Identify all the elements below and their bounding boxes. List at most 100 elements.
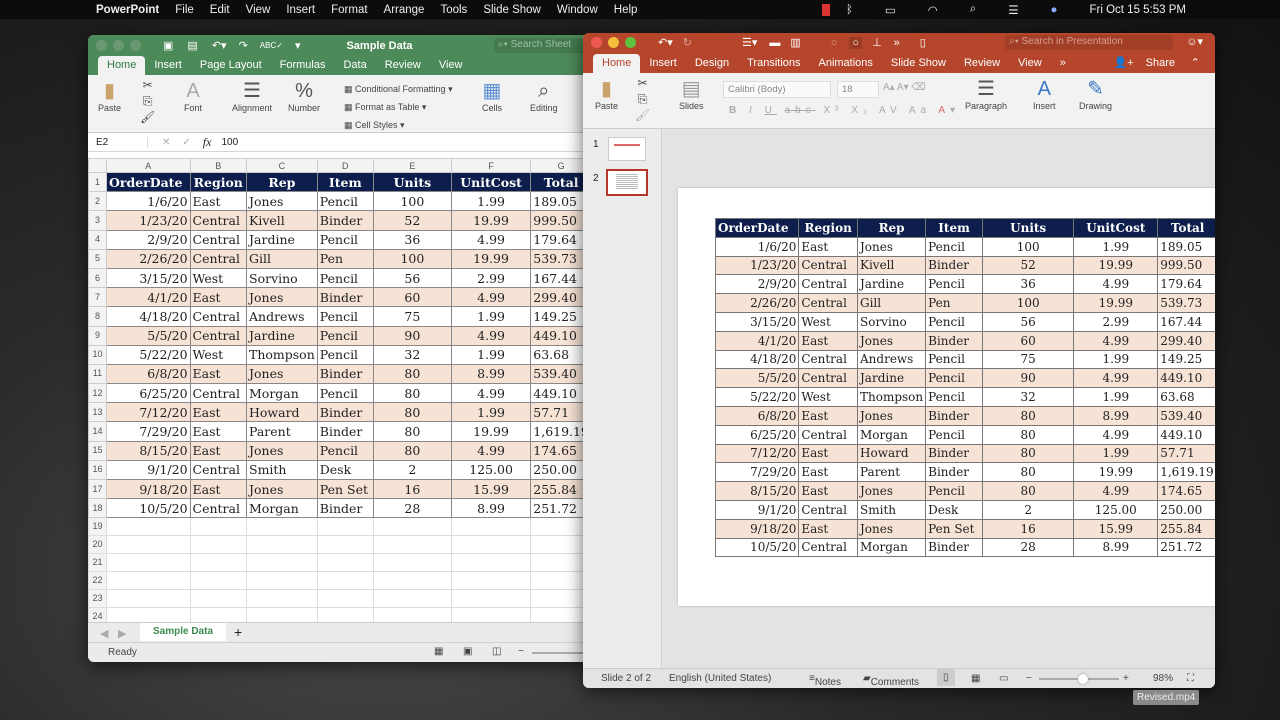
cell[interactable]: Andrews (856, 349, 927, 370)
menu-help[interactable]: Help (614, 4, 638, 16)
cell[interactable]: Pen Set (925, 518, 983, 539)
cell[interactable]: 1.99 (450, 402, 532, 423)
cell[interactable]: 7/12/20 (714, 443, 800, 464)
cell[interactable]: 1.99 (450, 191, 532, 212)
cell[interactable]: Central (189, 325, 248, 346)
column-header[interactable]: C (246, 158, 318, 173)
cell[interactable]: 8.99 (450, 498, 532, 519)
cell[interactable]: Jardine (246, 325, 318, 346)
zoom-in-button[interactable]: + (1123, 673, 1129, 684)
column-heading[interactable]: Item (925, 218, 983, 238)
more-tabs-icon[interactable]: » (1051, 54, 1075, 73)
cell[interactable]: Morgan (856, 424, 927, 445)
menu-edit[interactable]: Edit (210, 4, 230, 16)
row-header[interactable]: 5 (88, 248, 107, 269)
cell[interactable]: 250.00 (1157, 499, 1215, 520)
cell[interactable]: 32 (372, 344, 452, 365)
cell[interactable] (105, 517, 191, 537)
cell[interactable] (450, 607, 532, 622)
cell[interactable]: Pencil (925, 387, 983, 407)
cell[interactable]: 8.99 (1073, 405, 1159, 426)
cell[interactable]: Central (189, 383, 248, 404)
cell[interactable] (189, 571, 248, 591)
cell[interactable]: Smith (246, 459, 318, 481)
cell[interactable]: East (189, 191, 248, 212)
cell[interactable]: Jones (856, 518, 927, 539)
cell[interactable]: 5/5/20 (714, 368, 800, 389)
row-header[interactable]: 2 (88, 191, 107, 212)
cell[interactable]: 5/22/20 (714, 387, 800, 407)
slide-sorter-icon[interactable]: ▦ (971, 673, 980, 684)
cell[interactable] (316, 517, 374, 537)
cell[interactable]: Central (189, 306, 248, 327)
cell[interactable] (372, 553, 452, 573)
cell[interactable] (450, 589, 532, 609)
column-header[interactable]: A (105, 158, 191, 173)
cell[interactable]: 1/23/20 (105, 210, 191, 231)
more-icon[interactable]: » (894, 37, 900, 49)
cell[interactable]: 1.99 (450, 344, 532, 365)
row-header[interactable]: 10 (88, 344, 107, 365)
cell[interactable]: 2.99 (1073, 311, 1159, 332)
account-icon[interactable]: ☺▾ (1186, 35, 1203, 48)
cell[interactable]: Binder (925, 405, 983, 426)
cell[interactable]: 539.40 (1157, 405, 1215, 426)
row-header[interactable]: 23 (88, 589, 107, 609)
cell[interactable]: 36 (981, 274, 1075, 295)
cell[interactable]: 2.99 (450, 267, 532, 289)
cell[interactable]: 2/26/20 (105, 248, 191, 269)
cell[interactable]: Jones (246, 363, 318, 385)
cell[interactable]: 90 (372, 325, 452, 346)
undo-icon[interactable]: ↶▾ (212, 39, 227, 52)
cell[interactable]: Binder (316, 498, 374, 519)
cell[interactable] (189, 535, 248, 555)
menu-slide-show[interactable]: Slide Show (483, 4, 541, 16)
cell[interactable]: 9/18/20 (105, 478, 191, 500)
sheet-tab-sample-data[interactable]: Sample Data (140, 623, 226, 641)
cell[interactable] (316, 571, 374, 591)
share-button[interactable]: 👤+ Share (1104, 53, 1193, 73)
cell[interactable]: 4.99 (450, 287, 532, 308)
cell[interactable]: Howard (856, 443, 927, 464)
row-header[interactable]: 8 (88, 306, 107, 327)
cell[interactable]: 56 (981, 311, 1075, 332)
cell[interactable]: 999.50 (1157, 255, 1215, 276)
cell[interactable]: Binder (316, 421, 374, 442)
row-header[interactable]: 15 (88, 440, 107, 461)
cell[interactable]: Pencil (316, 267, 374, 289)
tab-design[interactable]: Design (686, 54, 738, 73)
alignment-button[interactable]: ☰ Alignment (232, 79, 272, 113)
cell[interactable]: 1/23/20 (714, 255, 800, 276)
cell[interactable]: Pencil (316, 344, 374, 365)
cell[interactable]: Central (798, 293, 858, 313)
cell[interactable]: 179.64 (1157, 274, 1215, 295)
row-header[interactable]: 9 (88, 325, 107, 346)
row-header[interactable]: 1 (88, 171, 107, 193)
cell[interactable]: Pencil (316, 306, 374, 327)
cell[interactable]: 1.99 (1073, 387, 1159, 407)
format-painter-icon[interactable]: 🖌 (635, 107, 650, 123)
cell[interactable]: 2/9/20 (105, 229, 191, 250)
conditional-formatting-button[interactable]: ▦ Conditional Formatting ▾ (344, 80, 453, 98)
cell[interactable]: 1.99 (1073, 236, 1159, 257)
cell[interactable]: 4.99 (450, 440, 532, 461)
number-button[interactable]: % Number (288, 79, 320, 113)
cell[interactable]: Kivell (856, 255, 927, 276)
spelling-icon[interactable]: ABC✓ (260, 41, 283, 50)
cell[interactable]: 9/1/20 (105, 459, 191, 481)
wifi-icon[interactable]: ◠ (928, 3, 938, 17)
cell[interactable]: 1.99 (450, 306, 532, 327)
cell[interactable] (105, 535, 191, 555)
cell[interactable] (450, 535, 532, 555)
cell[interactable]: East (798, 236, 858, 257)
cell[interactable]: Binder (316, 210, 374, 231)
cell[interactable]: 3/15/20 (105, 267, 191, 289)
cell[interactable]: Desk (316, 459, 374, 481)
cell[interactable]: Sorvino (246, 267, 318, 289)
copy-icon[interactable]: ⎘ (140, 93, 155, 109)
tab-home[interactable]: Home (98, 56, 146, 75)
row-header[interactable]: 4 (88, 229, 107, 250)
cell[interactable]: Parent (856, 462, 927, 483)
cell[interactable]: Jones (856, 405, 927, 426)
cell[interactable]: 1.99 (1073, 349, 1159, 370)
